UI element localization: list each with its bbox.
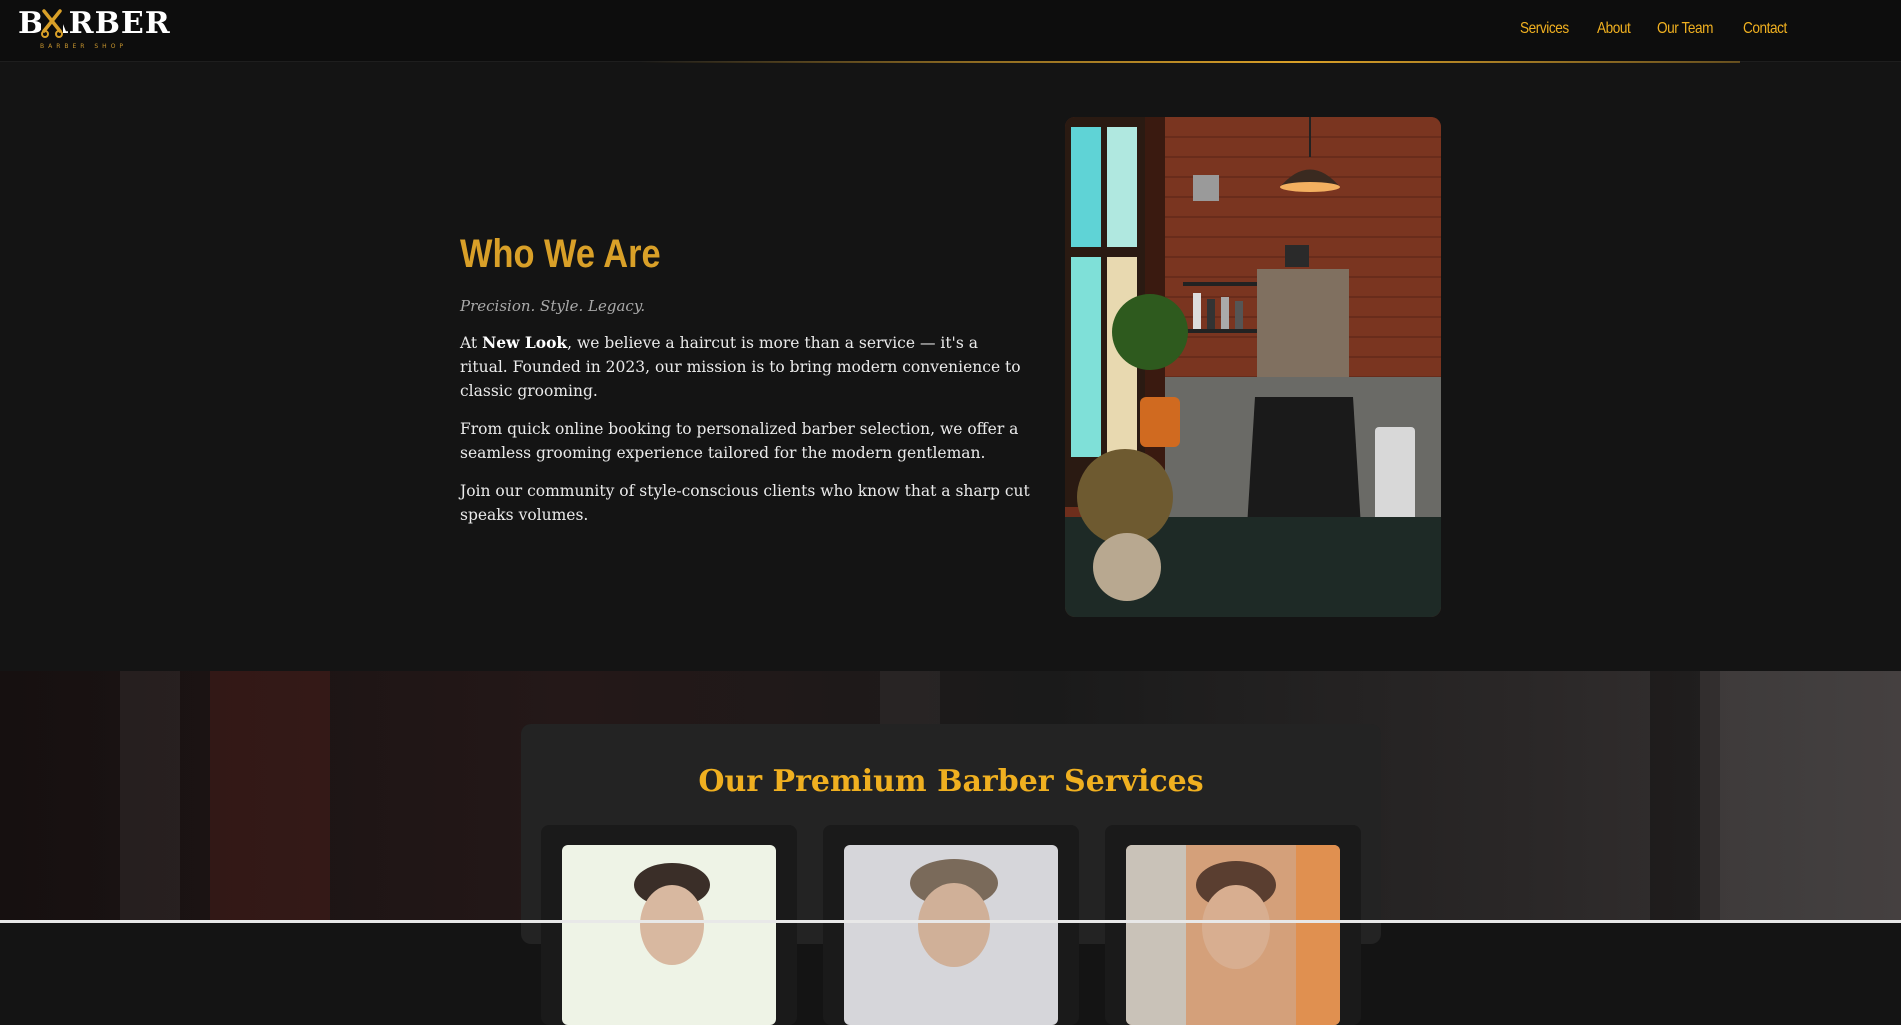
about-paragraph-1: At New Look, we believe a haircut is mor… xyxy=(460,333,1021,400)
site-header: BARBER BARBER SHOP Services About Our Te… xyxy=(0,0,1901,62)
about-paragraph-2: From quick online booking to personalize… xyxy=(460,420,1019,462)
services-title: Our Premium Barber Services xyxy=(698,764,1204,799)
brand-name: New Look xyxy=(482,333,568,352)
background-pillar xyxy=(210,671,330,923)
background-pillar xyxy=(1720,671,1901,923)
nav-contact-link[interactable]: Contact xyxy=(1743,16,1787,42)
nav-services-link[interactable]: Services xyxy=(1520,16,1569,42)
about-paragraph-3: Join our community of style-conscious cl… xyxy=(460,482,1030,524)
nav-our-team-link[interactable]: Our Team xyxy=(1657,16,1713,42)
about-text-block: Who We Are Precision. Style. Legacy. At … xyxy=(460,229,1030,527)
haircut-photo xyxy=(1126,845,1340,1025)
about-section: Who We Are Precision. Style. Legacy. At … xyxy=(0,63,1901,671)
service-card[interactable] xyxy=(823,825,1079,1025)
service-card[interactable] xyxy=(541,825,797,1025)
haircut-photo xyxy=(844,845,1058,1025)
haircut-photo xyxy=(562,845,776,1025)
main-nav: Services About Our Team Contact xyxy=(1520,16,1788,42)
background-pillar xyxy=(1650,671,1700,923)
service-card[interactable] xyxy=(1105,825,1361,1025)
services-card: Our Premium Barber Services xyxy=(521,724,1381,1025)
logo-subtitle: BARBER SHOP xyxy=(40,43,128,50)
about-tagline: Precision. Style. Legacy. xyxy=(460,297,646,315)
logo[interactable]: BARBER BARBER SHOP xyxy=(18,6,170,54)
about-title: Who We Are xyxy=(460,232,661,276)
barbershop-interior-photo xyxy=(1065,117,1441,617)
background-pillar xyxy=(120,671,180,923)
nav-about-link[interactable]: About xyxy=(1597,16,1631,42)
scissors-icon xyxy=(41,9,63,38)
